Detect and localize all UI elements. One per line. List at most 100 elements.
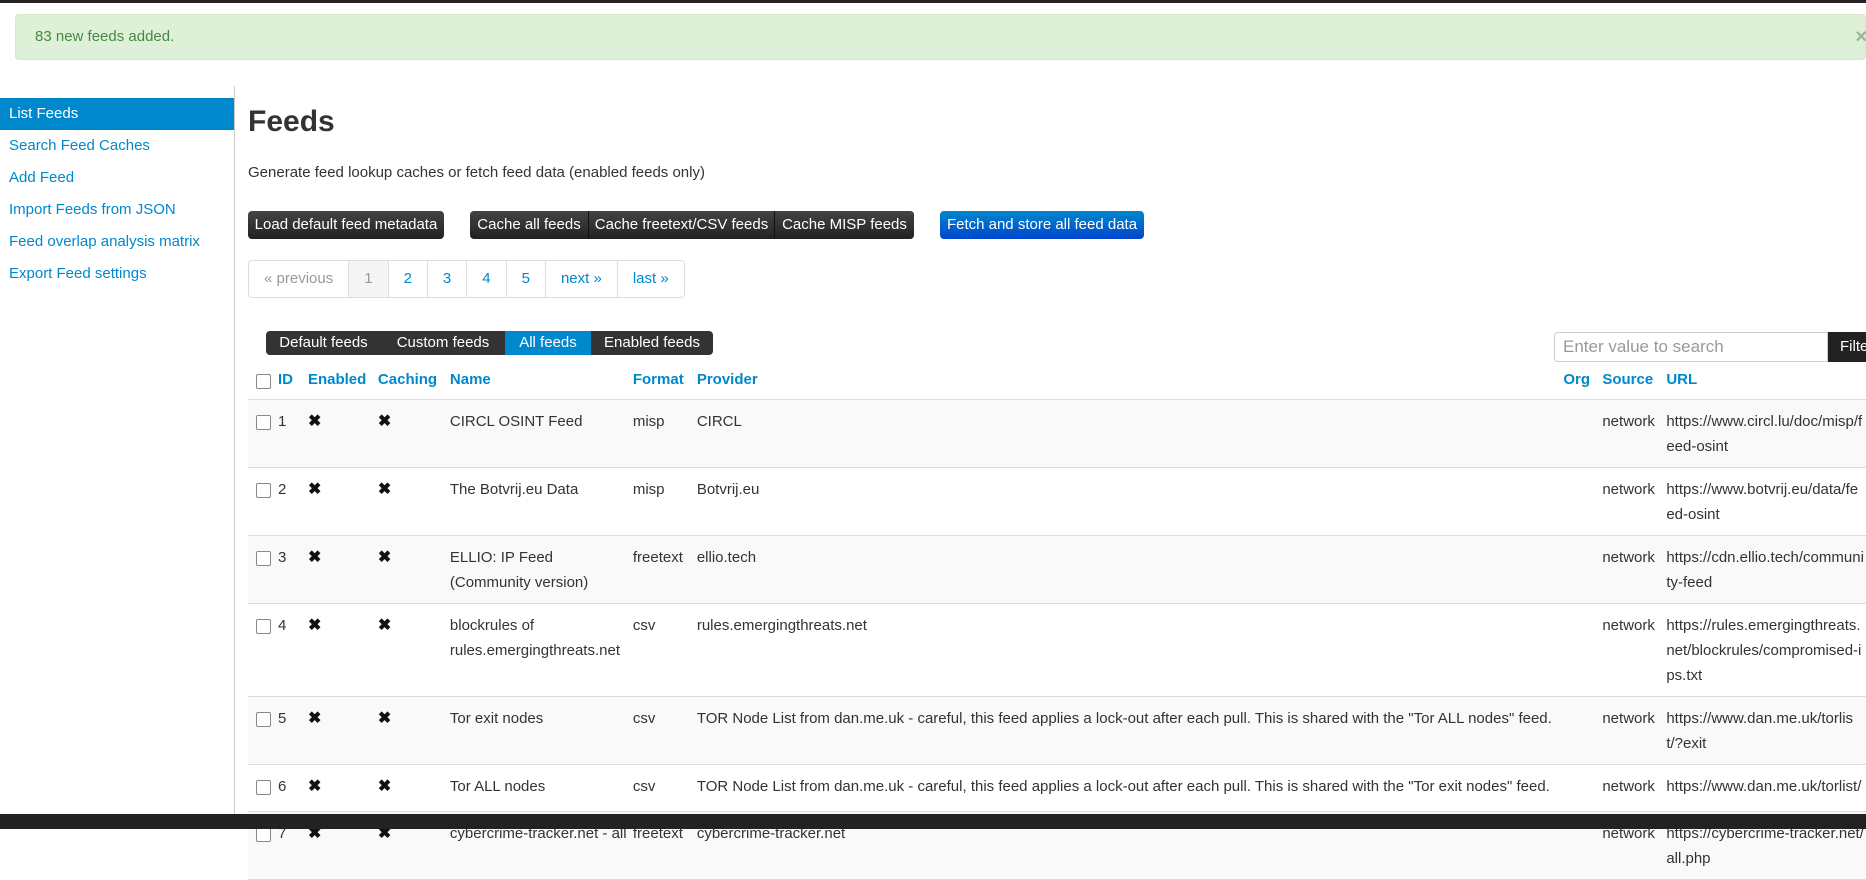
caching-x-icon: ✖ xyxy=(377,778,392,795)
caching-x-icon: ✖ xyxy=(377,413,392,430)
cell-name: The Botvrij.eu Data xyxy=(449,481,579,498)
cell-name: CIRCL OSINT Feed xyxy=(449,413,583,430)
cell-id: 5 xyxy=(277,710,287,727)
close-icon[interactable]: × xyxy=(1855,15,1866,59)
pagination-page-4[interactable]: 4 xyxy=(466,261,505,297)
cell-url: https://www.circl.lu/doc/misp/feed-osint xyxy=(1666,413,1863,455)
pagination-next[interactable]: next » xyxy=(544,261,617,297)
flash-text: 83 new feeds added. xyxy=(35,28,175,45)
enabled-x-icon: ✖ xyxy=(307,710,322,727)
cell-format: csv xyxy=(632,778,656,795)
row-checkbox[interactable] xyxy=(256,483,271,498)
tab-all-feeds[interactable]: All feeds xyxy=(505,331,591,355)
cell-id: 6 xyxy=(277,778,287,795)
header-caching[interactable]: Caching xyxy=(378,366,450,400)
cell-id: 2 xyxy=(277,481,287,498)
pagination-page-1[interactable]: 1 xyxy=(348,261,388,297)
cell-format: csv xyxy=(632,617,656,634)
cell-url: https://cdn.ellio.tech/community-feed xyxy=(1666,549,1864,591)
select-all-checkbox[interactable] xyxy=(256,374,271,389)
table-row: 2 ✖ ✖ The Botvrij.eu Data misp Botvrij.e… xyxy=(248,468,1866,536)
caching-x-icon: ✖ xyxy=(377,549,392,566)
cell-provider: rules.emergingthreats.net xyxy=(696,617,867,634)
header-id[interactable]: ID xyxy=(278,366,308,400)
cell-url: https://www.dan.me.uk/torlist/ xyxy=(1666,778,1862,795)
pagination-page-5[interactable]: 5 xyxy=(505,261,545,297)
table-row: 6 ✖ ✖ Tor ALL nodes csv TOR Node List fr… xyxy=(248,765,1866,812)
tab-custom-feeds[interactable]: Custom feeds xyxy=(381,331,505,355)
table-row: 3 ✖ ✖ ELLIO: IP Feed (Community version)… xyxy=(248,535,1866,604)
sidebar-item-feed-overlap-matrix[interactable]: Feed overlap analysis matrix xyxy=(0,226,234,258)
header-org[interactable]: Org xyxy=(1563,366,1602,400)
cell-org xyxy=(1563,400,1602,468)
header-enabled[interactable]: Enabled xyxy=(308,366,378,400)
cell-format: misp xyxy=(632,481,665,498)
cell-id: 4 xyxy=(277,617,287,634)
sidebar-item-import-feeds-json[interactable]: Import Feeds from JSON xyxy=(0,194,234,226)
cell-name: blockrules of rules.emergingthreats.net xyxy=(449,617,620,659)
sidebar-menu: List Feeds Search Feed Caches Add Feed I… xyxy=(0,98,234,290)
cache-all-feeds-button[interactable]: Cache all feeds xyxy=(470,211,588,239)
row-checkbox[interactable] xyxy=(256,780,271,795)
cell-org xyxy=(1563,697,1602,765)
enabled-x-icon: ✖ xyxy=(307,549,322,566)
cell-format: csv xyxy=(632,710,656,727)
load-default-feed-metadata-button[interactable]: Load default feed metadata xyxy=(248,211,444,239)
fetch-store-all-feed-data-button[interactable]: Fetch and store all feed data xyxy=(940,211,1144,239)
table-header-row: ID Enabled Caching Name Format Provider … xyxy=(248,366,1866,400)
cell-provider: CIRCL xyxy=(696,413,742,430)
pagination-page-2[interactable]: 2 xyxy=(387,261,427,297)
pagination: « previous 1 2 3 4 5 next » last » xyxy=(248,260,685,298)
header-url[interactable]: URL xyxy=(1666,366,1866,400)
cell-url: https://www.botvrij.eu/data/feed-osint xyxy=(1666,481,1859,523)
sidebar-item-search-feed-caches[interactable]: Search Feed Caches xyxy=(0,130,234,162)
tab-enabled-feeds[interactable]: Enabled feeds xyxy=(591,331,713,355)
row-checkbox[interactable] xyxy=(256,827,271,842)
sidebar-item-add-feed[interactable]: Add Feed xyxy=(0,162,234,194)
cell-provider: TOR Node List from dan.me.uk - careful, … xyxy=(696,778,1550,795)
filter-button[interactable]: Filter xyxy=(1828,332,1866,362)
enabled-x-icon: ✖ xyxy=(307,778,322,795)
sidebar-divider xyxy=(234,86,235,814)
cell-format: misp xyxy=(632,413,665,430)
top-bar xyxy=(0,0,1866,3)
cell-id: 3 xyxy=(277,549,287,566)
cell-source: network xyxy=(1602,778,1655,795)
pagination-page-3[interactable]: 3 xyxy=(426,261,466,297)
cache-freetext-csv-feeds-button[interactable]: Cache freetext/CSV feeds xyxy=(588,211,774,239)
row-checkbox[interactable] xyxy=(256,619,271,634)
pagination-previous: « previous xyxy=(264,270,334,287)
sidebar-item-export-feed-settings[interactable]: Export Feed settings xyxy=(0,258,234,290)
feeds-table: ID Enabled Caching Name Format Provider … xyxy=(248,366,1866,880)
cell-source: network xyxy=(1602,549,1655,566)
cell-source: network xyxy=(1602,481,1655,498)
caching-x-icon: ✖ xyxy=(377,617,392,634)
cell-name: Tor exit nodes xyxy=(449,710,544,727)
cell-source: network xyxy=(1602,617,1655,634)
success-flash-message: 83 new feeds added. × xyxy=(15,14,1866,60)
table-row: 5 ✖ ✖ Tor exit nodes csv TOR Node List f… xyxy=(248,696,1866,765)
cache-misp-feeds-button[interactable]: Cache MISP feeds xyxy=(774,211,914,239)
row-checkbox[interactable] xyxy=(256,415,271,430)
enabled-x-icon: ✖ xyxy=(307,413,322,430)
caching-x-icon: ✖ xyxy=(377,481,392,498)
row-checkbox[interactable] xyxy=(256,551,271,566)
cell-id: 1 xyxy=(277,413,287,430)
enabled-x-icon: ✖ xyxy=(307,617,322,634)
bottom-bar xyxy=(0,814,1866,829)
cell-provider: TOR Node List from dan.me.uk - careful, … xyxy=(696,710,1552,727)
header-source[interactable]: Source xyxy=(1602,366,1666,400)
pagination-last[interactable]: last » xyxy=(616,261,684,297)
sidebar-item-list-feeds[interactable]: List Feeds xyxy=(0,98,234,130)
cell-org xyxy=(1563,604,1602,697)
header-name[interactable]: Name xyxy=(450,366,633,400)
cell-name: ELLIO: IP Feed (Community version) xyxy=(449,549,589,591)
row-checkbox[interactable] xyxy=(256,712,271,727)
cell-format: freetext xyxy=(632,549,683,566)
header-format[interactable]: Format xyxy=(633,366,697,400)
header-provider[interactable]: Provider xyxy=(697,366,1564,400)
cell-name: Tor ALL nodes xyxy=(449,778,546,795)
search-input[interactable] xyxy=(1554,332,1828,362)
cell-provider: ellio.tech xyxy=(696,549,757,566)
tab-default-feeds[interactable]: Default feeds xyxy=(266,331,381,355)
